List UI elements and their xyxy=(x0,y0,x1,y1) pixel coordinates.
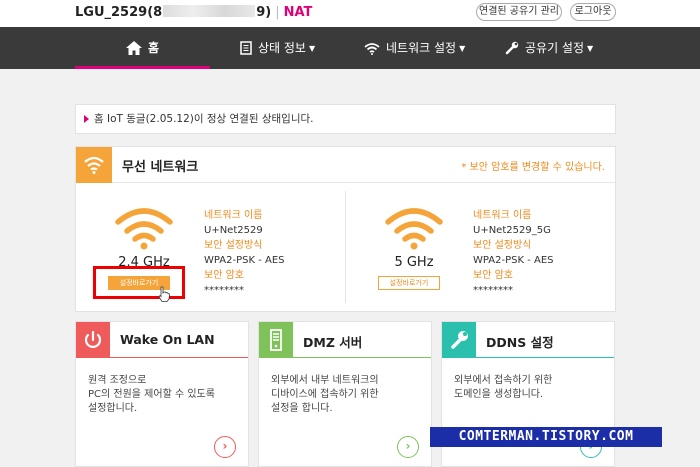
server-icon-box xyxy=(259,322,293,358)
card-header-line xyxy=(293,357,431,358)
highlight-box xyxy=(93,266,185,299)
power-icon xyxy=(84,330,102,348)
wrench-icon xyxy=(505,41,519,55)
watermark: COMTERMAN.TISTORY.COM xyxy=(430,427,662,447)
nav-router[interactable]: 공유기 설정 ▼ xyxy=(505,27,593,69)
main-nav: 홈 상태 정보 ▼ 네트워크 설정 ▼ 공유기 설정 ▼ xyxy=(0,27,700,69)
card-title: DMZ 서버 xyxy=(303,335,363,350)
nav-home[interactable]: 홈 xyxy=(75,27,210,69)
device-name-prefix: LGU_2529(8 xyxy=(75,5,163,20)
shared-devices-button[interactable]: 연결된 공유기 관리 xyxy=(476,3,562,21)
settings-shortcut-button[interactable]: 설정바로가기 xyxy=(378,276,440,290)
network-name-label: 네트워크 이름 xyxy=(473,210,532,221)
masked-serial xyxy=(163,5,256,17)
card-title: DDNS 설정 xyxy=(486,335,554,350)
band-5ghz: 5 GHz 설정바로가기 네트워크 이름 U+Net2529_5G 보안 설정방… xyxy=(346,185,615,311)
notice-text: 홈 IoT 동글(2.05.12)이 정상 연결된 상태입니다. xyxy=(94,113,314,125)
band-24ghz: 2.4 GHz 설정바로가기 네트워크 이름 U+Net2529 보안 설정방식… xyxy=(76,185,345,311)
top-bar: LGU_2529(8 9) | NAT 연결된 공유기 관리 로그아웃 xyxy=(0,0,700,27)
card-description: 원격 조정으로 PC의 전원을 제어할 수 있도록 설정합니다. xyxy=(88,375,215,414)
card-description: 외부에서 내부 네트워크의 디바이스에 접속하기 위한 설정을 합니다. xyxy=(271,375,379,414)
document-icon xyxy=(240,41,252,55)
wake-on-lan-card[interactable]: Wake On LAN 원격 조정으로 PC의 전원을 제어할 수 있도록 설정… xyxy=(75,321,249,467)
password-value: ******** xyxy=(473,285,513,296)
password-label: 보안 암호 xyxy=(204,270,244,281)
nav-status-label: 상태 정보 xyxy=(258,41,306,55)
chevron-down-icon: ▼ xyxy=(459,44,466,53)
wifi-signal-icon xyxy=(385,208,443,250)
nav-network[interactable]: 네트워크 설정 ▼ xyxy=(364,27,465,69)
home-icon xyxy=(125,41,142,55)
title-separator: | xyxy=(275,5,280,20)
security-method-label: 보안 설정방식 xyxy=(473,240,532,251)
password-label: 보안 암호 xyxy=(473,270,513,281)
chevron-down-icon: ▼ xyxy=(308,44,316,53)
password-change-note: * 보안 암호를 변경할 수 있습니다. xyxy=(461,162,605,173)
chevron-down-icon: ▼ xyxy=(587,44,594,53)
network-name-value: U+Net2529 xyxy=(204,225,263,236)
wifi-signal-icon xyxy=(115,208,173,250)
card-header-line xyxy=(110,357,248,358)
wifi-icon xyxy=(364,43,380,55)
card-header-line xyxy=(476,357,614,358)
nav-status[interactable]: 상태 정보 ▼ xyxy=(240,27,315,69)
security-method-value: WPA2-PSK - AES xyxy=(204,255,285,266)
nav-router-label: 공유기 설정 xyxy=(525,41,585,55)
card-description: 외부에서 접속하기 위한 도메인을 생성합니다. xyxy=(454,375,553,400)
wrench-icon xyxy=(451,331,468,349)
server-icon xyxy=(270,329,282,351)
password-value: ******** xyxy=(204,285,244,296)
nav-network-label: 네트워크 설정 xyxy=(386,41,457,55)
wifi-icon xyxy=(84,156,104,174)
wrench-icon-box xyxy=(442,322,476,358)
network-name-value: U+Net2529_5G xyxy=(473,225,551,236)
go-arrow-button[interactable]: › xyxy=(214,436,236,458)
device-title: LGU_2529(8 9) | NAT xyxy=(75,5,312,20)
go-arrow-button[interactable]: › xyxy=(397,436,419,458)
wireless-network-card: 무선 네트워크 * 보안 암호를 변경할 수 있습니다. 2.4 GHz 설정바… xyxy=(75,146,616,312)
wifi-icon-box xyxy=(76,147,112,183)
hand-cursor-icon xyxy=(158,286,170,302)
mode-badge: NAT xyxy=(283,5,313,20)
wireless-card-title: 무선 네트워크 xyxy=(122,160,199,175)
power-icon-box xyxy=(76,322,110,358)
dmz-server-card[interactable]: DMZ 서버 외부에서 내부 네트워크의 디바이스에 접속하기 위한 설정을 합… xyxy=(258,321,432,467)
logout-button[interactable]: 로그아웃 xyxy=(570,3,616,21)
band-frequency: 5 GHz xyxy=(394,255,434,270)
band-info: 네트워크 이름 U+Net2529 보안 설정방식 WPA2-PSK - AES… xyxy=(204,208,285,298)
band-info: 네트워크 이름 U+Net2529_5G 보안 설정방식 WPA2-PSK - … xyxy=(473,208,554,298)
network-name-label: 네트워크 이름 xyxy=(204,210,263,221)
nav-home-label: 홈 xyxy=(147,41,160,55)
device-name-suffix: 9) xyxy=(256,5,272,20)
bullet-arrow-icon xyxy=(84,115,89,123)
card-title: Wake On LAN xyxy=(120,332,215,347)
wireless-card-header: 무선 네트워크 * 보안 암호를 변경할 수 있습니다. xyxy=(76,147,615,183)
status-notice: 홈 IoT 동글(2.05.12)이 정상 연결된 상태입니다. xyxy=(75,104,616,134)
security-method-value: WPA2-PSK - AES xyxy=(473,255,554,266)
security-method-label: 보안 설정방식 xyxy=(204,240,263,251)
